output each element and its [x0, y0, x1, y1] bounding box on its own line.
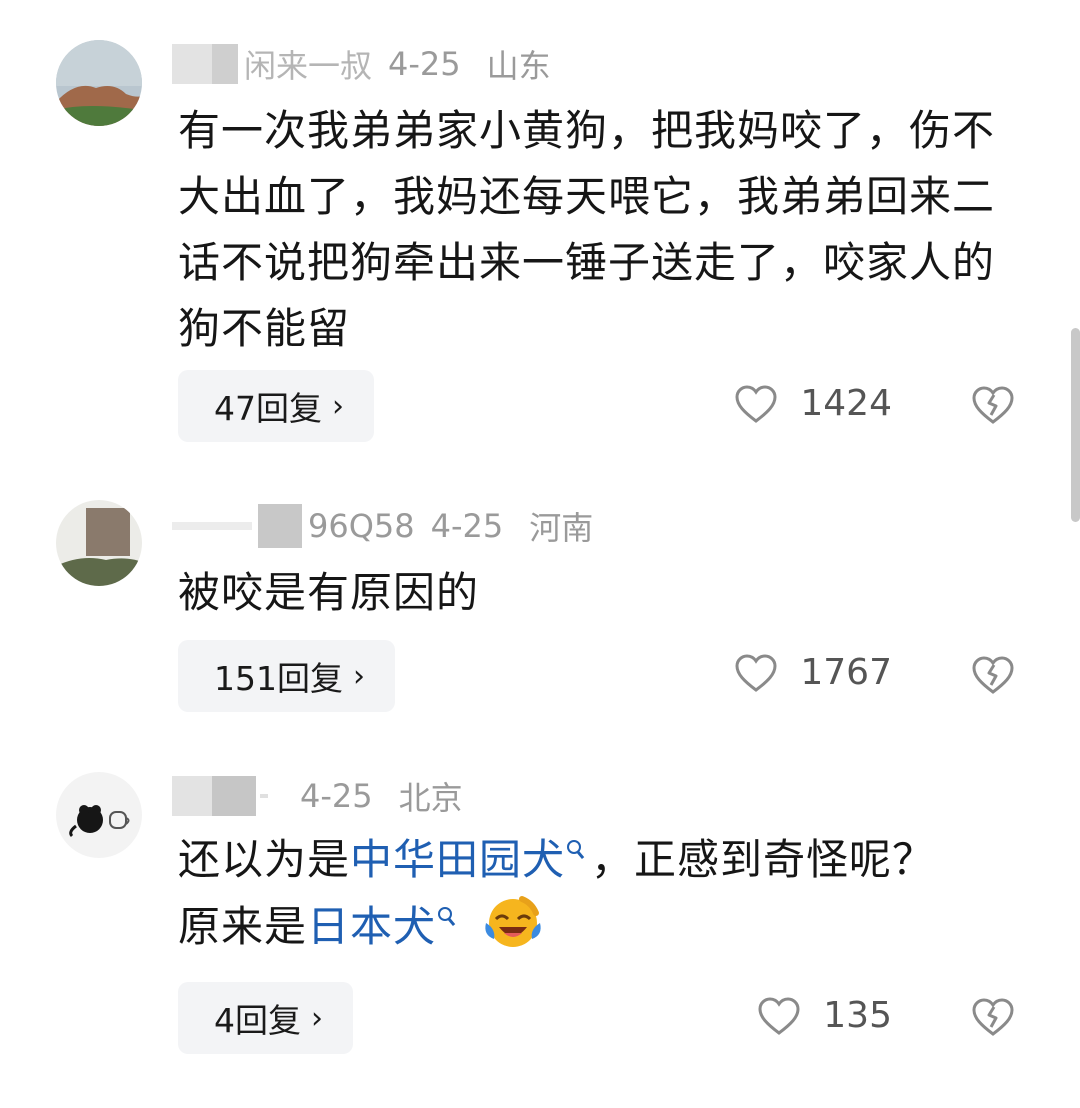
dislike-button[interactable] — [970, 654, 1016, 700]
dislike-button[interactable] — [970, 384, 1016, 430]
user-avatar[interactable] — [56, 500, 142, 586]
comment-date: 4-25 — [430, 507, 504, 545]
comment-location: 北京 — [398, 779, 463, 817]
view-replies-button[interactable]: 47回复 › — [178, 370, 374, 442]
user-avatar[interactable] — [56, 772, 142, 858]
masked-username[interactable] — [172, 44, 238, 84]
view-replies-button[interactable]: 4回复 › — [178, 982, 353, 1054]
comment-meta: 4-25 北京 — [172, 774, 463, 818]
masked-username[interactable] — [172, 504, 302, 548]
comment-meta: 96Q58 4-25 河南 — [172, 504, 593, 548]
chevron-right-icon: › — [332, 388, 344, 424]
like-count: 1424 — [800, 383, 892, 424]
heart-outline-icon — [758, 996, 800, 1035]
reply-count: 47回复 — [214, 389, 322, 428]
comment-text: 被咬是有原因的 — [178, 568, 480, 617]
search-link-chinese-rural-dog[interactable]: 中华田园犬 — [350, 835, 565, 884]
username-fragment[interactable]: 闲来一叔 — [244, 41, 372, 87]
user-avatar[interactable] — [56, 40, 142, 126]
chevron-right-icon: › — [353, 658, 365, 694]
search-link-japanese-dog[interactable]: 日本犬 — [307, 902, 436, 951]
reply-count: 151回复 — [214, 659, 343, 698]
comment-meta: 闲来一叔 4-25 山东 — [172, 42, 551, 86]
comment-location: 山东 — [486, 47, 551, 85]
broken-heart-icon — [972, 656, 1014, 694]
comment-date: 4-25 — [388, 45, 461, 83]
username-fragment[interactable]: 96Q58 — [308, 507, 415, 545]
search-icon[interactable] — [438, 907, 453, 921]
heart-outline-icon — [735, 653, 777, 692]
reply-count: 4回复 — [214, 1001, 301, 1040]
comment-location: 河南 — [529, 509, 594, 547]
broken-heart-icon — [972, 386, 1014, 424]
like-button[interactable]: 1767 — [734, 652, 892, 693]
view-replies-button[interactable]: 151回复 › — [178, 640, 395, 712]
face-with-tears-of-joy-emoji — [485, 896, 541, 947]
like-button[interactable]: 135 — [757, 995, 892, 1036]
comment-text: 还以为是中华田园犬 ，正感到奇怪呢？原来是日本犬 — [178, 827, 958, 960]
comment-text: 有一次我弟弟家小黄狗，把我妈咬了，伤不大出血了，我妈还每天喂它，我弟弟回来二话不… — [178, 106, 996, 353]
search-icon[interactable] — [567, 840, 582, 854]
avatar-image — [56, 500, 142, 586]
heart-outline-icon — [735, 384, 777, 423]
comment-text-part: 还以为是 — [178, 835, 351, 884]
broken-heart-icon — [972, 998, 1014, 1036]
like-button[interactable]: 1424 — [734, 383, 892, 424]
comment-date: 4-25 — [300, 777, 373, 815]
like-count: 1767 — [800, 652, 892, 693]
chevron-right-icon: › — [311, 1000, 323, 1036]
comment-list: 闲来一叔 4-25 山东 有一次我弟弟家小黄狗，把我妈咬了，伤不大出血了，我妈还… — [0, 0, 1080, 1108]
dislike-button[interactable] — [970, 996, 1016, 1042]
like-count: 135 — [823, 995, 892, 1036]
avatar-image — [56, 40, 142, 126]
avatar-image — [56, 772, 142, 858]
scrollbar[interactable] — [1071, 328, 1080, 522]
masked-username[interactable] — [172, 776, 294, 816]
